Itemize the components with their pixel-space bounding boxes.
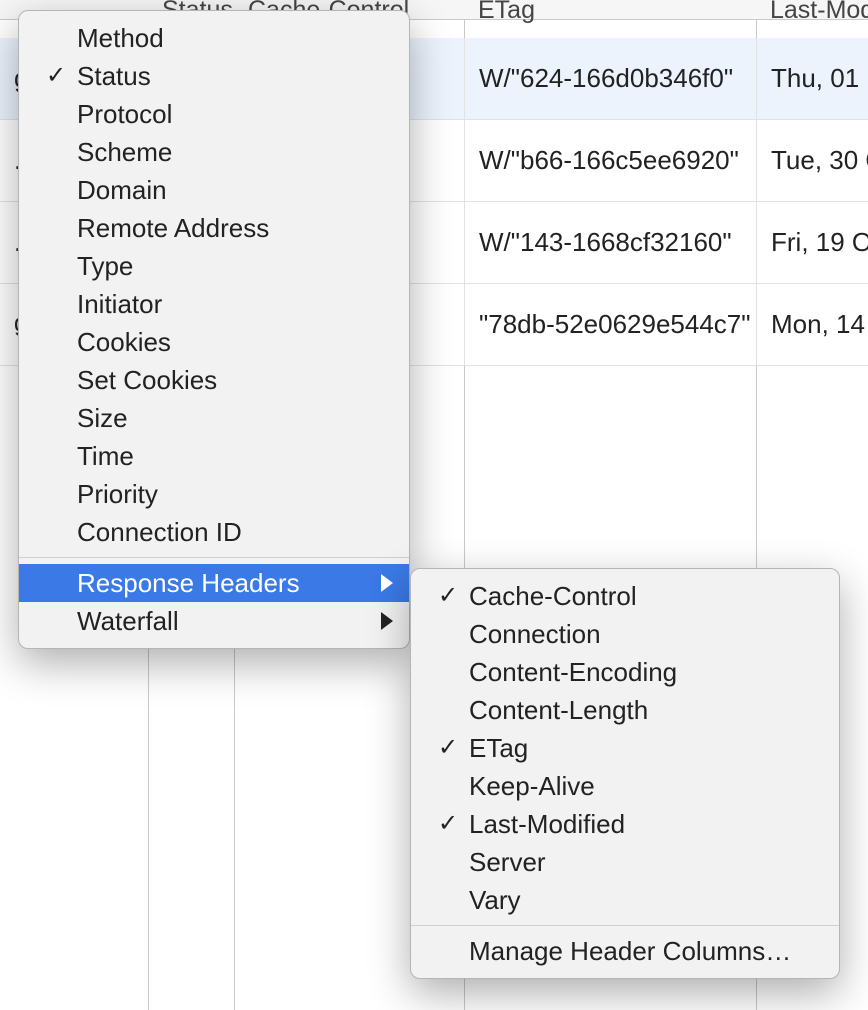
menu-item-label: Cookies [77, 327, 171, 357]
menu-item-label: Connection [469, 619, 601, 649]
menu-item-label: Status [77, 61, 151, 91]
menu-item-waterfall[interactable]: Waterfall [19, 602, 409, 640]
menu-item-connection-id[interactable]: Connection ID [19, 513, 409, 551]
menu-item-label: Cache-Control [469, 581, 637, 611]
submenu-item-last-modified[interactable]: ✓ Last-Modified [411, 805, 839, 843]
check-icon: ✓ [433, 729, 463, 767]
menu-item-protocol[interactable]: Protocol [19, 95, 409, 133]
menu-item-label: Remote Address [77, 213, 269, 243]
menu-item-label: Response Headers [77, 568, 300, 598]
menu-item-size[interactable]: Size [19, 399, 409, 437]
response-headers-submenu: ✓ Cache-Control Connection Content-Encod… [410, 568, 840, 979]
menu-item-label: Scheme [77, 137, 172, 167]
menu-item-status[interactable]: ✓ Status [19, 57, 409, 95]
menu-item-initiator[interactable]: Initiator [19, 285, 409, 323]
cell-etag: W/"143-1668cf32160" [464, 202, 756, 283]
menu-item-label: Manage Header Columns… [469, 936, 791, 966]
menu-item-response-headers[interactable]: Response Headers [19, 564, 409, 602]
menu-item-label: ETag [469, 733, 528, 763]
submenu-item-cache-control[interactable]: ✓ Cache-Control [411, 577, 839, 615]
submenu-item-server[interactable]: Server [411, 843, 839, 881]
menu-separator [19, 557, 409, 558]
check-icon: ✓ [433, 577, 463, 615]
submenu-item-manage-header-columns[interactable]: Manage Header Columns… [411, 932, 839, 970]
menu-separator [411, 925, 839, 926]
submenu-item-content-encoding[interactable]: Content-Encoding [411, 653, 839, 691]
header-etag[interactable]: ETag [464, 0, 756, 20]
menu-item-label: Content-Encoding [469, 657, 677, 687]
menu-item-label: Waterfall [77, 606, 179, 636]
cell-etag: "78db-52e0629e544c7" [464, 284, 756, 365]
cell-etag: W/"b66-166c5ee6920" [464, 120, 756, 201]
menu-item-label: Priority [77, 479, 158, 509]
menu-item-label: Type [77, 251, 133, 281]
menu-item-type[interactable]: Type [19, 247, 409, 285]
menu-item-method[interactable]: Method [19, 19, 409, 57]
menu-item-label: Protocol [77, 99, 172, 129]
menu-item-domain[interactable]: Domain [19, 171, 409, 209]
menu-item-label: Connection ID [77, 517, 242, 547]
menu-item-label: Domain [77, 175, 167, 205]
cell-last: Thu, 01 N [756, 38, 868, 119]
submenu-item-keep-alive[interactable]: Keep-Alive [411, 767, 839, 805]
menu-item-label: Server [469, 847, 546, 877]
check-icon: ✓ [433, 805, 463, 843]
submenu-item-content-length[interactable]: Content-Length [411, 691, 839, 729]
cell-last: Mon, 14 M [756, 284, 868, 365]
menu-item-label: Keep-Alive [469, 771, 595, 801]
chevron-right-icon [381, 574, 393, 592]
check-icon: ✓ [41, 57, 71, 95]
menu-item-label: Size [77, 403, 128, 433]
menu-item-time[interactable]: Time [19, 437, 409, 475]
menu-item-priority[interactable]: Priority [19, 475, 409, 513]
menu-item-label: Content-Length [469, 695, 648, 725]
menu-item-label: Last-Modified [469, 809, 625, 839]
column-context-menu: Method ✓ Status Protocol Scheme Domain R… [18, 10, 410, 649]
cell-last: Tue, 30 O [756, 120, 868, 201]
cell-etag: W/"624-166d0b346f0" [464, 38, 756, 119]
menu-item-cookies[interactable]: Cookies [19, 323, 409, 361]
submenu-item-connection[interactable]: Connection [411, 615, 839, 653]
menu-item-label: Method [77, 23, 164, 53]
submenu-item-vary[interactable]: Vary [411, 881, 839, 919]
menu-item-label: Vary [469, 885, 521, 915]
menu-item-remote-address[interactable]: Remote Address [19, 209, 409, 247]
submenu-item-etag[interactable]: ✓ ETag [411, 729, 839, 767]
header-last[interactable]: Last-Mod [756, 0, 868, 20]
menu-item-set-cookies[interactable]: Set Cookies [19, 361, 409, 399]
menu-item-label: Set Cookies [77, 365, 217, 395]
chevron-right-icon [381, 612, 393, 630]
menu-item-scheme[interactable]: Scheme [19, 133, 409, 171]
menu-item-label: Initiator [77, 289, 162, 319]
menu-item-label: Time [77, 441, 134, 471]
cell-last: Fri, 19 Oc [756, 202, 868, 283]
